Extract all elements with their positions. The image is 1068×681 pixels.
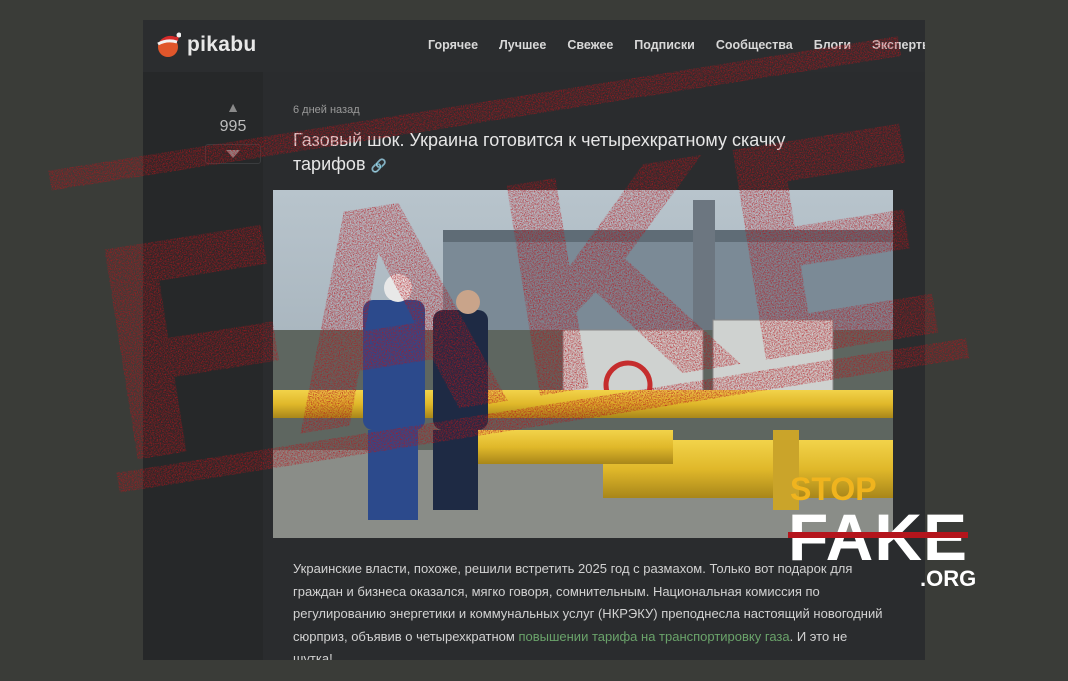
nav-hot[interactable]: Горячее bbox=[428, 38, 478, 52]
logo-text: pikabu bbox=[187, 33, 257, 56]
stopfake-org: .ORG bbox=[920, 566, 976, 591]
vote-block: ▲ 995 bbox=[205, 100, 261, 164]
nav-fresh[interactable]: Свежее bbox=[567, 38, 613, 52]
upvote-button[interactable]: ▲ bbox=[205, 100, 261, 114]
nav-subscriptions[interactable]: Подписки bbox=[634, 38, 695, 52]
site-logo[interactable]: pikabu bbox=[155, 32, 256, 58]
post-meta: 6 дней назад bbox=[293, 104, 360, 116]
vote-count: 995 bbox=[219, 118, 247, 135]
chevron-down-icon bbox=[226, 150, 240, 158]
downvote-button[interactable] bbox=[205, 144, 261, 164]
santa-hat-ball-icon bbox=[157, 32, 181, 57]
top-bar: pikabu Горячее Лучшее Свежее Подписки Со… bbox=[143, 20, 925, 72]
post-title[interactable]: Газовый шок. Украина готовится к четырех… bbox=[293, 128, 853, 178]
post-title-text: Газовый шок. Украина готовится к четырех… bbox=[293, 130, 786, 174]
nav-experts[interactable]: Эксперты bbox=[872, 38, 925, 52]
nav-communities[interactable]: Сообщества bbox=[716, 38, 793, 52]
post-body-link[interactable]: повышении тарифа на транспортировку газа bbox=[518, 629, 789, 644]
main-nav: Горячее Лучшее Свежее Подписки Сообществ… bbox=[428, 38, 925, 52]
link-icon[interactable]: 🔗 bbox=[371, 158, 387, 173]
nav-best[interactable]: Лучшее bbox=[499, 38, 546, 52]
nav-blogs[interactable]: Блоги bbox=[814, 38, 851, 52]
stopfake-logo: STOP FAKE .ORG bbox=[788, 470, 978, 600]
